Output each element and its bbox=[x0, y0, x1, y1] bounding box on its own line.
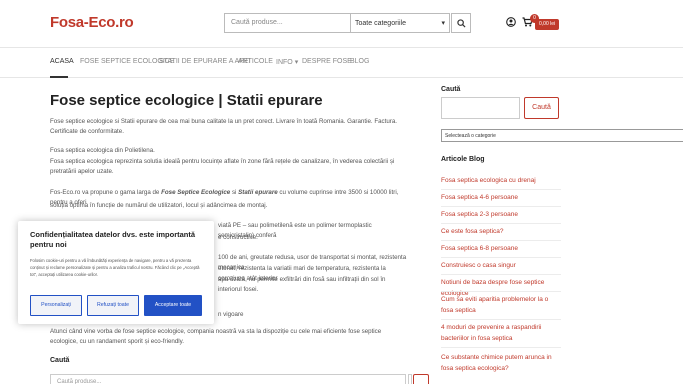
product-search-input[interactable]: Caută produse... bbox=[224, 13, 350, 33]
polyethylene-paragraph: Fosa septica ecologica reprezinta soluti… bbox=[50, 158, 395, 175]
page-title: Fose septice ecologice | Statii epurare bbox=[50, 92, 323, 109]
norms-paragraph-tail: n vigoare bbox=[218, 311, 244, 318]
main-search-button[interactable] bbox=[413, 374, 429, 384]
blog-divider bbox=[441, 257, 561, 258]
range-text-start: Fos-Eco.ro va propune o gama larga de bbox=[50, 189, 162, 196]
main-search-input[interactable]: Caută produse... bbox=[50, 374, 406, 384]
advantages-line3: apa uzată, nu permite exfiltrări din fos… bbox=[218, 276, 386, 293]
blog-divider bbox=[441, 206, 561, 207]
range-text-mid: si bbox=[230, 189, 239, 196]
range-paragraph-line2: soluția optima în funcție de numărul de … bbox=[50, 202, 268, 209]
sidebar-search-input[interactable] bbox=[441, 97, 520, 119]
closing-paragraph: Atunci când vine vorba de fose septice e… bbox=[50, 328, 382, 345]
sidebar-search-button[interactable]: Caută bbox=[524, 97, 559, 119]
pe-paragraph-line2: e constructive. bbox=[218, 234, 258, 241]
blog-link[interactable]: Fosa septica ecologica cu drenaj bbox=[441, 175, 571, 186]
chevron-down-icon: ▾ bbox=[441, 20, 445, 27]
cookie-title: Confidențialitatea datelor dvs. este imp… bbox=[30, 230, 196, 249]
nav-item-articole[interactable]: ARTICOLE bbox=[238, 58, 273, 65]
cookie-customize-button[interactable]: Personalizați bbox=[30, 295, 82, 316]
polyethylene-heading: Fosa septica ecologica din Polietilena. bbox=[50, 147, 155, 154]
main-category-select[interactable] bbox=[408, 374, 412, 384]
sidebar-blog-heading: Articole Blog bbox=[441, 156, 485, 163]
user-icon[interactable] bbox=[506, 17, 516, 27]
cookie-text: Folosim cookie-uri pentru a vă îmbunătăț… bbox=[30, 258, 200, 277]
blog-link[interactable]: Cum sa eviti aparitia problemelor la o f… bbox=[441, 294, 559, 316]
category-select[interactable]: Toate categoriile ▾ bbox=[350, 13, 450, 33]
nav-item-statii-epurare[interactable]: STATII DE EPURARE A APEI bbox=[159, 58, 251, 65]
blog-divider bbox=[441, 319, 561, 320]
nav-item-blog[interactable]: BLOG bbox=[350, 58, 369, 65]
range-bold-fose: Fose Septice Ecologice bbox=[161, 189, 231, 196]
site-header: Fosa-Eco.ro Caută produse... Toate categ… bbox=[0, 0, 683, 48]
blog-link[interactable]: Fosa septica 4-6 persoane bbox=[441, 192, 571, 203]
blog-divider bbox=[441, 240, 561, 241]
cart-total-badge[interactable]: 0,00 lei bbox=[535, 19, 560, 30]
blog-link[interactable]: Fosa septica 6-8 persoane bbox=[441, 243, 571, 254]
chevron-down-icon: ▾ bbox=[294, 59, 299, 66]
blog-link[interactable]: Ce este fosa septica? bbox=[441, 226, 571, 237]
nav-item-info[interactable]: INFO ▾ bbox=[276, 58, 298, 66]
blog-divider bbox=[441, 291, 561, 292]
blog-divider bbox=[441, 274, 561, 275]
nav-item-info-label: INFO bbox=[276, 59, 293, 66]
blog-link[interactable]: Fosa septica 2-3 persoane bbox=[441, 209, 571, 220]
blog-link[interactable]: Ce substante chimice putem arunca in fos… bbox=[441, 352, 559, 374]
intro-paragraph: Fose septice ecologice si Statii epurare… bbox=[50, 118, 398, 135]
cookie-reject-button[interactable]: Refuzați toate bbox=[87, 295, 139, 316]
category-select-value: Toate categoriile bbox=[355, 19, 406, 27]
cookie-accept-button[interactable]: Acceptare toate bbox=[144, 295, 202, 316]
nav-item-despre-fose[interactable]: DESPRE FOSE bbox=[302, 58, 352, 65]
site-logo[interactable]: Fosa-Eco.ro bbox=[50, 14, 134, 31]
blog-divider bbox=[441, 347, 561, 348]
main-nav: ACASA FOSE SEPTICE ECOLOGICE STATII DE E… bbox=[0, 48, 683, 78]
nav-item-acasa[interactable]: ACASA bbox=[50, 58, 74, 65]
search-icon bbox=[456, 18, 466, 28]
nav-active-indicator bbox=[50, 76, 68, 78]
sidebar-search-heading: Caută bbox=[441, 86, 461, 93]
blog-divider bbox=[441, 189, 561, 190]
blog-link[interactable]: 4 moduri de prevenire a raspandirii bact… bbox=[441, 322, 553, 344]
blog-divider bbox=[441, 223, 561, 224]
range-bold-statii: Statii epurare bbox=[238, 189, 278, 196]
search-button[interactable] bbox=[451, 13, 471, 33]
main-search-label: Caută bbox=[50, 357, 70, 364]
sidebar-category-select[interactable]: Selectează o categorie bbox=[441, 129, 683, 142]
cookie-consent-popup: Confidențialitatea datelor dvs. este imp… bbox=[18, 221, 214, 324]
blog-link[interactable]: Construiesc o casa singur bbox=[441, 260, 571, 271]
